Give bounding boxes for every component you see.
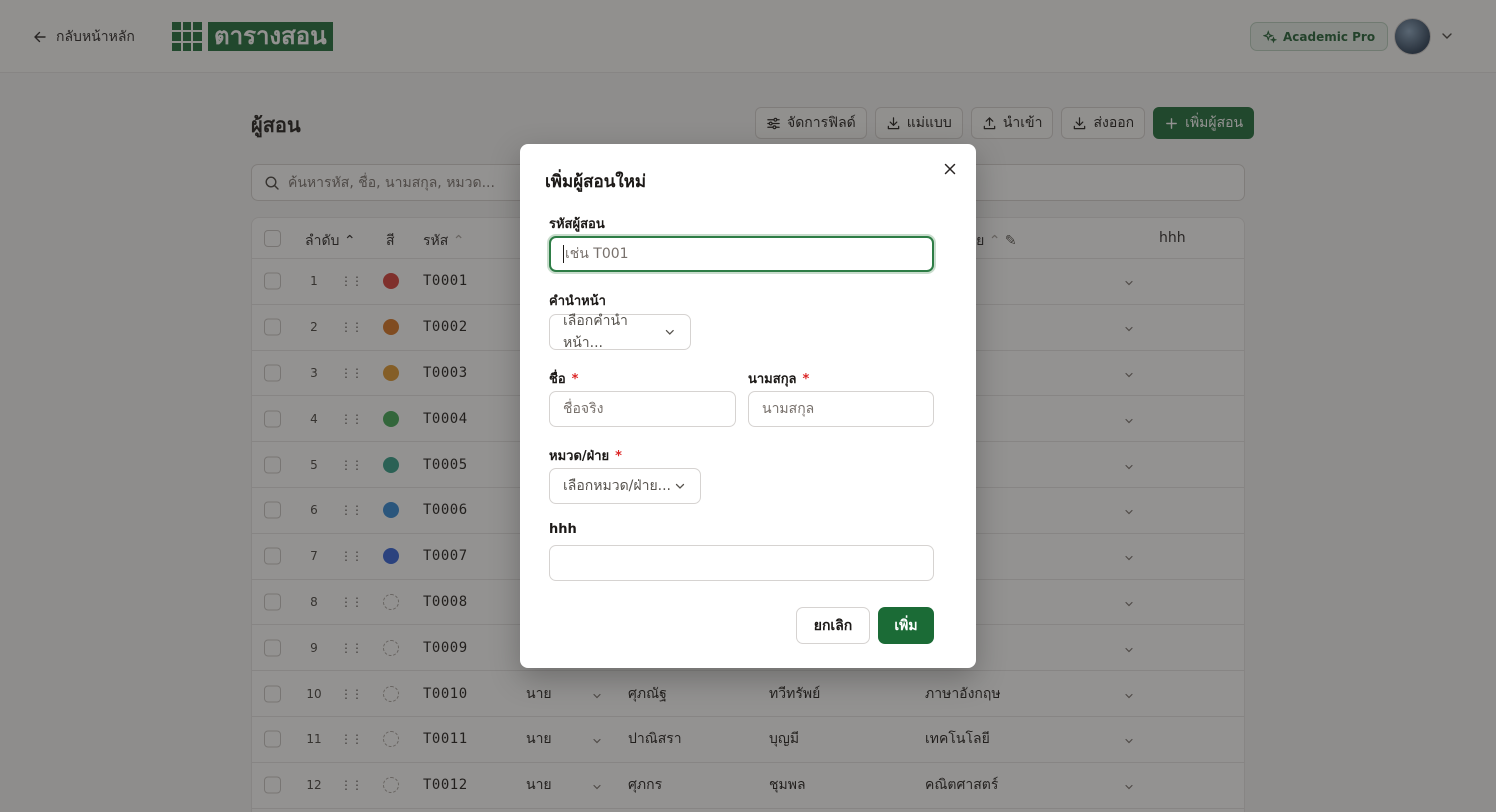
required-mark: * bbox=[571, 372, 579, 387]
department-select[interactable]: เลือกหมวด/ฝ่าย... bbox=[549, 468, 701, 504]
submit-add-button[interactable]: เพิ่ม bbox=[878, 607, 934, 644]
text-caret bbox=[563, 245, 564, 263]
custom-field-input[interactable] bbox=[549, 545, 934, 581]
close-icon[interactable] bbox=[942, 161, 958, 177]
cancel-button[interactable]: ยกเลิก bbox=[796, 607, 870, 644]
teacher-code-placeholder: เช่น T001 bbox=[565, 246, 629, 262]
custom-field-label: hhh bbox=[549, 522, 577, 537]
prefix-label: คำนำหน้า bbox=[549, 294, 606, 309]
first-name-placeholder: ชื่อจริง bbox=[563, 401, 604, 417]
department-label-text: หมวด/ฝ่าย bbox=[549, 449, 610, 464]
last-name-placeholder: นามสกุล bbox=[762, 401, 815, 417]
first-name-input[interactable]: ชื่อจริง bbox=[549, 391, 736, 427]
teacher-code-input[interactable]: เช่น T001 bbox=[549, 236, 934, 272]
required-mark: * bbox=[615, 449, 622, 464]
last-name-label: นามสกุล * bbox=[748, 368, 809, 389]
required-mark: * bbox=[802, 372, 810, 387]
last-name-input[interactable]: นามสกุล bbox=[748, 391, 934, 427]
first-name-label: ชื่อ * bbox=[549, 368, 578, 389]
add-teacher-dialog: เพิ่มผู้สอนใหม่ รหัสผู้สอน เช่น T001 คำน… bbox=[520, 144, 976, 668]
department-select-value: เลือกหมวด/ฝ่าย... bbox=[563, 478, 671, 494]
last-name-label-text: นามสกุล bbox=[748, 372, 797, 387]
teacher-code-label: รหัสผู้สอน bbox=[549, 217, 605, 232]
chevron-down-icon bbox=[666, 329, 675, 335]
chevron-down-icon bbox=[675, 483, 685, 489]
department-label: หมวด/ฝ่าย * bbox=[549, 445, 622, 466]
prefix-select-value: เลือกคำนำหน้า... bbox=[563, 313, 628, 351]
prefix-select[interactable]: เลือกคำนำหน้า... bbox=[549, 313, 691, 351]
first-name-label-text: ชื่อ bbox=[549, 372, 566, 387]
dialog-title: เพิ่มผู้สอนใหม่ bbox=[545, 172, 647, 192]
